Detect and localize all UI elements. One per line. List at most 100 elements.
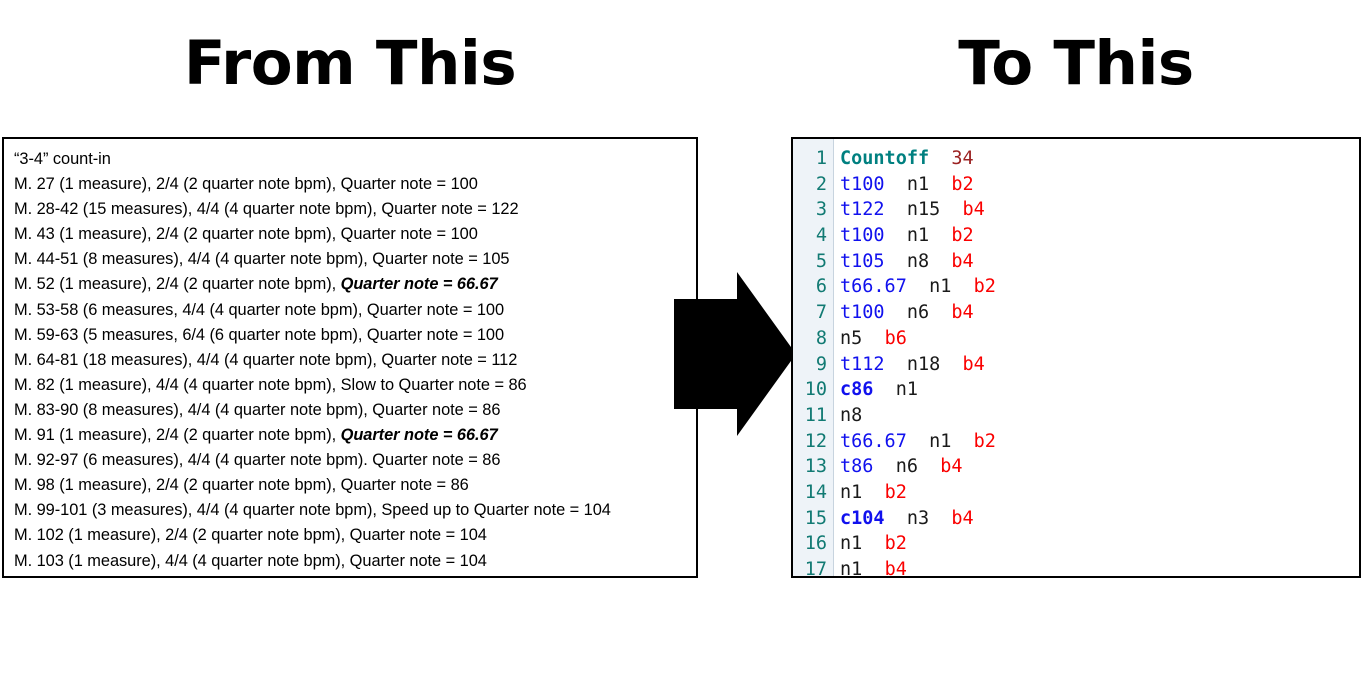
source-line: M. 28-42 (15 measures), 4/4 (4 quarter n… xyxy=(14,197,696,222)
source-line-text: M. 44-51 (8 measures), 4/4 (4 quarter no… xyxy=(14,250,510,269)
code-token-tempo: t100 xyxy=(840,302,885,324)
code-token-beat: b2 xyxy=(973,276,996,298)
code-token-beat: b6 xyxy=(884,327,907,349)
source-line-text: M. 102 (1 measure), 2/4 (2 quarter note … xyxy=(14,526,487,545)
code-line-number: 14 xyxy=(804,481,827,503)
code-line[interactable]: t100 n1 b2 xyxy=(840,172,1359,198)
code-token-beat: b4 xyxy=(951,302,974,324)
code-token-beat: b4 xyxy=(951,507,974,529)
source-line: M. 43 (1 measure), 2/4 (2 quarter note b… xyxy=(14,222,696,247)
code-line-number: 17 xyxy=(804,559,827,578)
code-line-number: 13 xyxy=(804,456,827,478)
code-token-note: n1 xyxy=(840,481,863,503)
source-line-text: M. 91 (1 measure), 2/4 (2 quarter note b… xyxy=(14,426,341,445)
source-line-text: M. 103 (1 measure), 4/4 (4 quarter note … xyxy=(14,551,487,570)
source-line: “3-4” count-in xyxy=(14,147,696,172)
code-token-cmd: c104 xyxy=(840,507,885,529)
code-token-tempo: t100 xyxy=(840,173,885,195)
code-line-number: 9 xyxy=(815,353,827,375)
source-line-text: M. 83-90 (8 measures), 4/4 (4 quarter no… xyxy=(14,400,501,419)
source-line-text: M. 59-63 (5 measures, 6/4 (6 quarter not… xyxy=(14,325,505,344)
code-token-note: n15 xyxy=(906,199,941,221)
source-line: M. 52 (1 measure), 2/4 (2 quarter note b… xyxy=(14,272,696,297)
code-line[interactable]: c104 n3 b4 xyxy=(840,506,1359,532)
source-line: M. 99-101 (3 measures), 4/4 (4 quarter n… xyxy=(14,498,696,523)
code-line-number: 10 xyxy=(804,379,827,401)
code-line-number: 4 xyxy=(815,225,827,247)
code-line-number: 8 xyxy=(815,327,827,349)
code-line[interactable]: n1 b4 xyxy=(840,557,1359,578)
code-token-beat: b4 xyxy=(962,199,985,221)
source-line-emphasis: Quarter note = 66.67 xyxy=(340,426,498,445)
code-token-tempo: t112 xyxy=(840,353,885,375)
source-line: M. 44-51 (8 measures), 4/4 (4 quarter no… xyxy=(14,247,696,272)
code-token-beat: b2 xyxy=(884,533,907,555)
source-line: M. 92-97 (6 measures), 4/4 (4 quarter no… xyxy=(14,448,696,473)
code-line[interactable]: t112 n18 b4 xyxy=(840,352,1359,378)
code-line[interactable]: t100 n6 b4 xyxy=(840,300,1359,326)
source-line-text: M. 28-42 (15 measures), 4/4 (4 quarter n… xyxy=(14,200,519,219)
code-token-note: n6 xyxy=(895,456,918,478)
code-token-note: n1 xyxy=(840,533,863,555)
source-line: M. 27 (1 measure), 2/4 (2 quarter note b… xyxy=(14,172,696,197)
source-line-text: M. 64-81 (18 measures), 4/4 (4 quarter n… xyxy=(14,350,518,369)
code-line-number: 5 xyxy=(815,250,827,272)
code-line[interactable]: n1 b2 xyxy=(840,531,1359,557)
code-token-note: n8 xyxy=(840,404,863,426)
code-token-beat: b2 xyxy=(973,430,996,452)
code-token-note: n5 xyxy=(840,327,863,349)
code-token-tempo: t86 xyxy=(840,456,874,478)
code-line[interactable]: t122 n15 b4 xyxy=(840,197,1359,223)
code-line-number: 12 xyxy=(804,430,827,452)
code-token-kw: Countoff xyxy=(840,148,930,169)
code-line-number: 6 xyxy=(815,276,827,298)
source-line-text: M. 98 (1 measure), 2/4 (2 quarter note b… xyxy=(14,476,469,495)
code-line[interactable]: Countoff 34 xyxy=(840,146,1359,172)
code-line[interactable]: n1 b2 xyxy=(840,480,1359,506)
code-content-area[interactable]: Countoff 34 t100 n1 b2 t122 n15 b4 t100 n1 … xyxy=(834,139,1359,576)
source-line-text: M. 43 (1 measure), 2/4 (2 quarter note b… xyxy=(14,225,478,244)
code-line-number: 1 xyxy=(815,148,827,169)
code-token-beat: b2 xyxy=(884,481,907,503)
code-token-tempo: t105 xyxy=(840,250,885,272)
code-line[interactable]: n5 b6 xyxy=(840,326,1359,352)
source-line-list: “3-4” count-in M. 27 (1 measure), 2/4 (2 … xyxy=(14,147,696,574)
right-block-arrow-shape xyxy=(674,272,796,436)
code-line-number: 16 xyxy=(804,533,827,555)
right-block-arrow-icon xyxy=(672,270,798,438)
source-line-text: M. 27 (1 measure), 2/4 (2 quarter note b… xyxy=(14,175,478,194)
code-line[interactable]: t66.67 n1 b2 xyxy=(840,429,1359,455)
code-line[interactable]: n8 xyxy=(840,403,1359,429)
code-token-note: n1 xyxy=(840,559,863,578)
source-line: M. 82 (1 measure), 4/4 (4 quarter note b… xyxy=(14,373,696,398)
source-line-text: M. 92-97 (6 measures), 4/4 (4 quarter no… xyxy=(14,451,501,470)
source-line-text: M. 52 (1 measure), 2/4 (2 quarter note b… xyxy=(14,275,341,294)
code-line[interactable]: c86 n1 xyxy=(840,377,1359,403)
code-token-note: n1 xyxy=(929,430,952,452)
code-line[interactable]: t105 n8 b4 xyxy=(840,249,1359,275)
code-line[interactable]: t86 n6 b4 xyxy=(840,454,1359,480)
code-line[interactable]: t66.67 n1 b2 xyxy=(840,274,1359,300)
code-line-number: 2 xyxy=(815,173,827,195)
code-token-note: n3 xyxy=(906,507,930,529)
source-line: M. 53-58 (6 measures, 4/4 (4 quarter not… xyxy=(14,298,696,323)
code-line[interactable]: t100 n1 b2 xyxy=(840,223,1359,249)
code-token-beat: b4 xyxy=(884,559,907,578)
